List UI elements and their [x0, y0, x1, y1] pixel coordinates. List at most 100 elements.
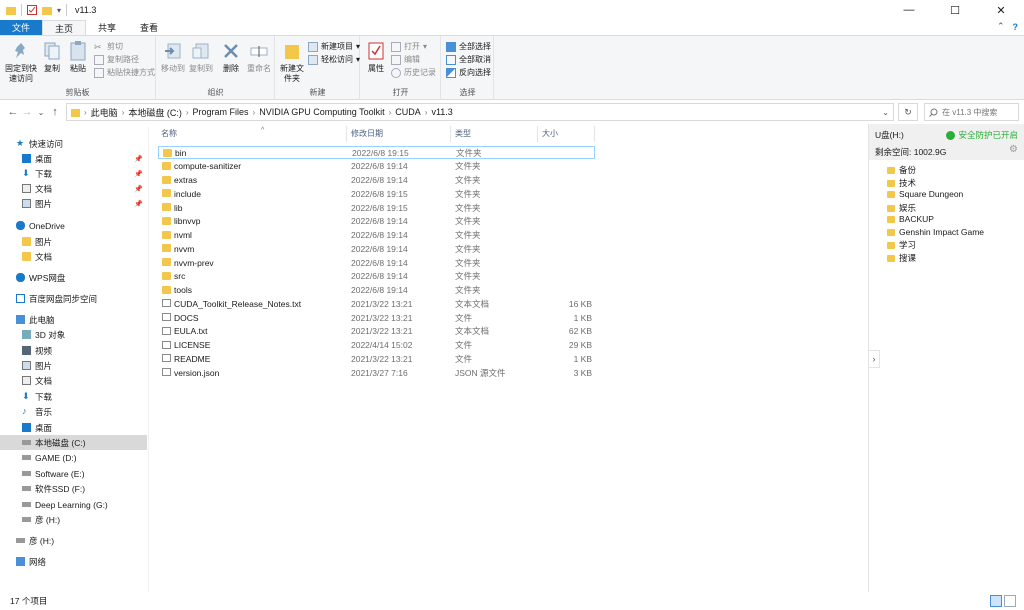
nav-drive-c[interactable]: 本地磁盘 (C:)	[0, 435, 147, 450]
nav-this-pc[interactable]: 此电脑	[0, 312, 147, 327]
nav-onedrive[interactable]: OneDrive	[0, 218, 147, 233]
drive-folder-item[interactable]: 娱乐	[887, 202, 916, 214]
breadcrumb-drive-c[interactable]: 本地磁盘 (C:)	[128, 106, 182, 119]
column-header-size[interactable]: 大小	[542, 128, 558, 139]
copy-path-button[interactable]: 复制路径	[94, 54, 139, 65]
select-none-button[interactable]: 全部取消	[446, 54, 491, 65]
file-row[interactable]: lib 2022/6/8 19:15 文件夹	[158, 201, 595, 214]
up-arrow-icon[interactable]: ↑	[48, 106, 62, 118]
nav-baidu[interactable]: 百度网盘同步空间	[0, 291, 147, 306]
invert-selection-button[interactable]: 反向选择	[446, 67, 491, 78]
nav-quick-access[interactable]: ★ 快速访问	[0, 136, 147, 151]
file-row[interactable]: CUDA_Toolkit_Release_Notes.txt 2021/3/22 …	[158, 297, 595, 310]
file-row[interactable]: LICENSE 2022/4/14 15:02 文件 29 KB	[158, 339, 595, 352]
nav-quick-documents[interactable]: 文档 📌	[0, 181, 147, 196]
rename-button[interactable]: 重命名	[245, 40, 273, 74]
properties-button[interactable]: 属性	[363, 40, 389, 74]
file-row[interactable]: EULA.txt 2021/3/22 13:21 文本文档 62 KB	[158, 325, 595, 338]
nav-onedrive-documents[interactable]: 文档	[0, 249, 147, 264]
nav-quick-downloads[interactable]: ⬇ 下载 📌	[0, 166, 147, 181]
tab-home[interactable]: 主页	[42, 20, 87, 35]
file-row[interactable]: README 2021/3/22 13:21 文件 1 KB	[158, 352, 595, 365]
breadcrumb-v11-3[interactable]: v11.3	[431, 107, 452, 117]
details-view-button[interactable]	[990, 595, 1002, 607]
file-row[interactable]: nvvm-prev 2022/6/8 19:14 文件夹	[158, 256, 595, 269]
nav-desktop[interactable]: 桌面	[0, 420, 147, 435]
column-divider[interactable]	[594, 126, 595, 142]
nav-pictures[interactable]: 图片	[0, 358, 147, 373]
drive-folder-item[interactable]: 学习	[887, 239, 916, 251]
new-folder-button[interactable]: 新建文件夹	[278, 40, 306, 84]
nav-drive-d[interactable]: GAME (D:)	[0, 450, 147, 465]
file-row[interactable]: libnvvp 2022/6/8 19:14 文件夹	[158, 215, 595, 228]
file-row[interactable]: nvvm 2022/6/8 19:14 文件夹	[158, 242, 595, 255]
pin-quick-access-button[interactable]: 固定到快速访问	[4, 40, 38, 84]
recent-chevron-icon[interactable]: ⌄	[34, 108, 48, 117]
new-folder-icon[interactable]	[42, 6, 52, 15]
pin-icon[interactable]: 📌	[134, 200, 143, 208]
nav-usb-drive[interactable]: 彦 (H:)	[0, 533, 147, 548]
column-divider[interactable]	[450, 126, 451, 142]
nav-documents[interactable]: 文档	[0, 373, 147, 388]
tab-file[interactable]: 文件	[0, 20, 43, 35]
close-button[interactable]: ✕	[978, 0, 1024, 20]
column-header-modified[interactable]: 修改日期	[351, 128, 383, 139]
pin-icon[interactable]: 📌	[134, 185, 143, 193]
pane-splitter[interactable]	[148, 127, 149, 592]
file-row[interactable]: compute-sanitizer 2022/6/8 19:14 文件夹	[158, 160, 595, 173]
column-divider[interactable]	[537, 126, 538, 142]
paste-button[interactable]: 粘贴	[66, 40, 90, 74]
drive-folder-item[interactable]: Genshin Impact Game	[887, 227, 984, 237]
address-dropdown-icon[interactable]: ⌄	[882, 108, 889, 117]
security-status[interactable]: 安全防护已开启	[946, 129, 1018, 141]
nav-drive-f[interactable]: 软件SSD (F:)	[0, 481, 147, 496]
column-header-name[interactable]: 名称 ^	[161, 127, 264, 139]
help-icon[interactable]: ?	[1013, 22, 1019, 32]
address-bar[interactable]: › 此电脑 › 本地磁盘 (C:) › Program Files › NVID…	[66, 103, 894, 121]
edit-button[interactable]: 编辑	[391, 54, 420, 65]
properties-icon[interactable]	[27, 5, 37, 15]
tab-view[interactable]: 查看	[128, 20, 170, 35]
copy-button[interactable]: 复制	[40, 40, 64, 74]
drive-folder-item[interactable]: Square Dungeon	[887, 189, 963, 199]
file-row[interactable]: version.json 2021/3/27 7:16 JSON 源文件 3 KB	[158, 366, 595, 379]
nav-quick-desktop[interactable]: 桌面 📌	[0, 151, 147, 166]
customize-toolbar-icon[interactable]: ▾	[57, 6, 61, 15]
breadcrumb-cuda[interactable]: CUDA	[395, 107, 421, 117]
nav-wps[interactable]: WPS网盘	[0, 270, 147, 285]
nav-music[interactable]: ♪ 音乐	[0, 404, 147, 419]
copy-to-button[interactable]: 复制到	[187, 40, 215, 74]
breadcrumb-nvidia-toolkit[interactable]: NVIDIA GPU Computing Toolkit	[259, 107, 384, 117]
collapse-ribbon-icon[interactable]: ⌃	[997, 21, 1005, 32]
pin-icon[interactable]: 📌	[134, 155, 143, 163]
nav-drive-e[interactable]: Software (E:)	[0, 466, 147, 481]
file-row[interactable]: nvml 2022/6/8 19:14 文件夹	[158, 229, 595, 242]
nav-3d-objects[interactable]: 3D 对象	[0, 327, 147, 342]
gear-icon[interactable]: ⚙	[1009, 144, 1018, 155]
nav-drive-h[interactable]: 彦 (H:)	[0, 512, 147, 527]
forward-arrow-icon[interactable]: →	[20, 106, 34, 118]
file-row[interactable]: tools 2022/6/8 19:14 文件夹	[158, 284, 595, 297]
new-item-button[interactable]: 新建项目 ▾	[308, 41, 360, 52]
delete-button[interactable]: 删除	[219, 40, 243, 74]
file-row[interactable]: extras 2022/6/8 19:14 文件夹	[158, 174, 595, 187]
cut-button[interactable]: ✂ 剪切	[94, 41, 123, 52]
large-icons-view-button[interactable]	[1004, 595, 1016, 607]
drive-folder-item[interactable]: 搜课	[887, 252, 916, 264]
breadcrumb-program-files[interactable]: Program Files	[193, 107, 249, 117]
nav-drive-g[interactable]: Deep Learning (G:)	[0, 497, 147, 512]
breadcrumb-this-pc[interactable]: 此电脑	[91, 106, 118, 119]
file-row[interactable]: bin 2022/6/8 19:15 文件夹	[158, 146, 595, 159]
refresh-button[interactable]: ↻	[898, 103, 918, 121]
maximize-button[interactable]: ☐	[932, 0, 978, 20]
open-button[interactable]: 打开 ▾	[391, 41, 427, 52]
drive-folder-item[interactable]: 技术	[887, 177, 916, 189]
history-button[interactable]: 历史记录	[391, 67, 436, 78]
column-divider[interactable]	[346, 126, 347, 142]
move-to-button[interactable]: 移动到	[159, 40, 187, 74]
nav-quick-pictures[interactable]: 图片 📌	[0, 196, 147, 211]
column-header-type[interactable]: 类型	[455, 128, 471, 139]
nav-downloads[interactable]: ⬇ 下载	[0, 389, 147, 404]
easy-access-button[interactable]: 轻松访问 ▾	[308, 54, 360, 65]
file-row[interactable]: DOCS 2021/3/22 13:21 文件 1 KB	[158, 311, 595, 324]
